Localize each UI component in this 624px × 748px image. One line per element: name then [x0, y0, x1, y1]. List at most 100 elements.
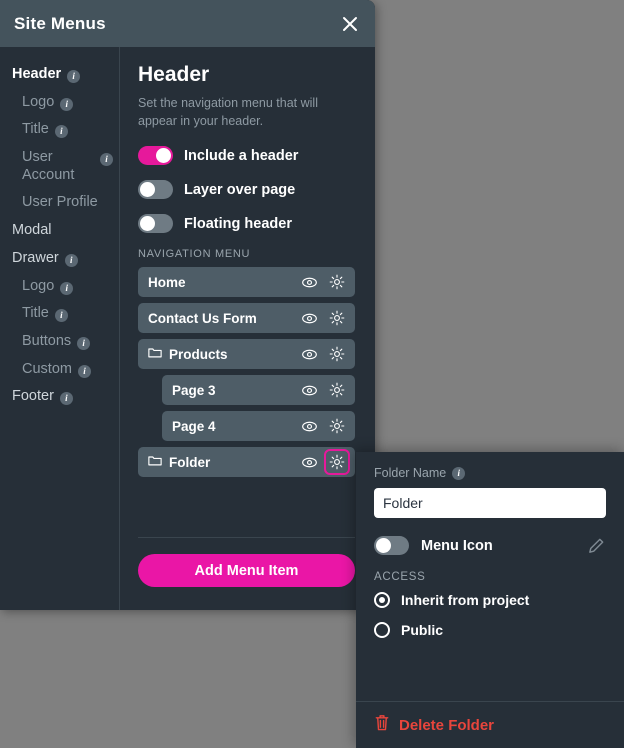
toggle-row-floating-header: Floating header — [138, 214, 355, 234]
radio-public[interactable]: Public — [374, 622, 606, 638]
menu-item-label: Page 3 — [172, 382, 216, 398]
menu-item-label: Page 4 — [172, 418, 216, 434]
sidebar-item-label: Buttons — [22, 332, 72, 349]
add-menu-item-button[interactable]: Add Menu Item — [138, 554, 355, 587]
menu-item-name: Contact Us Form — [148, 311, 299, 326]
sidebar-item-drawer-custom[interactable]: Custom i — [0, 356, 119, 384]
menu-item-actions — [299, 272, 347, 292]
sidebar: Header i Logo i Title i User Account i U… — [0, 47, 120, 610]
radio-inherit-from-project[interactable]: Inherit from project — [374, 592, 606, 608]
radio-label: Inherit from project — [401, 592, 530, 608]
sidebar-item-label: Logo — [22, 277, 55, 294]
folder-name-label: Folder Name — [374, 466, 447, 480]
radio-button[interactable] — [374, 592, 390, 608]
sidebar-item-header-logo[interactable]: Logo i — [0, 89, 119, 117]
sidebar-item-label: Modal — [12, 222, 52, 239]
sidebar-item-modal[interactable]: Modal — [0, 217, 119, 245]
gear-icon[interactable] — [327, 272, 347, 292]
menu-icon-toggle[interactable] — [374, 536, 409, 555]
menu-item-actions — [299, 344, 347, 364]
menu-item-home[interactable]: Home — [138, 267, 355, 298]
menu-item-actions — [299, 416, 347, 436]
eye-icon[interactable] — [299, 344, 319, 364]
gear-icon[interactable] — [327, 308, 347, 328]
sidebar-item-header[interactable]: Header i — [0, 61, 119, 89]
trash-icon — [374, 714, 390, 736]
site-menus-dialog: Site Menus Header i Logo i Title i User … — [0, 0, 375, 610]
navigation-menu-list: Home Contact Us Form Products Page 3 Pag… — [138, 267, 355, 478]
gear-icon[interactable] — [327, 380, 347, 400]
info-icon[interactable]: i — [54, 309, 68, 323]
eye-icon[interactable] — [299, 452, 319, 472]
include-header-label: Include a header — [184, 147, 299, 164]
info-icon[interactable]: i — [54, 125, 68, 139]
main-panel: Header Set the navigation menu that will… — [120, 47, 375, 610]
menu-item-contact-us-form[interactable]: Contact Us Form — [138, 303, 355, 334]
toggle-row-include-header: Include a header — [138, 146, 355, 166]
menu-item-name: Folder — [148, 454, 299, 470]
menu-item-label: Contact Us Form — [148, 310, 257, 326]
sidebar-item-footer[interactable]: Footer i — [0, 383, 119, 411]
eye-icon[interactable] — [299, 308, 319, 328]
layer-over-page-toggle[interactable] — [138, 180, 173, 200]
sidebar-item-drawer[interactable]: Drawer i — [0, 245, 119, 273]
menu-item-label: Products — [169, 346, 228, 362]
navigation-menu-label: NAVIGATION MENU — [138, 248, 251, 261]
menu-icon-label: Menu Icon — [421, 537, 493, 554]
menu-item-page-4[interactable]: Page 4 — [162, 411, 355, 442]
info-icon[interactable]: i — [77, 364, 91, 378]
floating-header-label: Floating header — [184, 215, 292, 232]
dialog-header: Site Menus — [0, 0, 375, 47]
sidebar-item-label: Footer — [12, 388, 54, 405]
layer-over-page-label: Layer over page — [184, 181, 296, 198]
eye-icon[interactable] — [299, 380, 319, 400]
info-icon[interactable]: i — [67, 70, 81, 83]
dialog-body: Header i Logo i Title i User Account i U… — [0, 47, 375, 610]
info-icon[interactable]: i — [59, 392, 73, 406]
floating-header-toggle[interactable] — [138, 214, 173, 234]
section-title: Header — [138, 63, 210, 86]
pencil-icon[interactable] — [587, 536, 606, 555]
sidebar-item-user-account[interactable]: User Account i — [0, 144, 119, 189]
info-icon[interactable]: i — [452, 466, 466, 480]
info-icon[interactable]: i — [77, 336, 91, 350]
sidebar-item-drawer-buttons[interactable]: Buttons i — [0, 328, 119, 356]
access-label: ACCESS — [374, 571, 426, 583]
sidebar-item-label: Title — [22, 121, 49, 138]
menu-item-name: Products — [148, 346, 299, 362]
menu-item-page-3[interactable]: Page 3 — [162, 375, 355, 406]
eye-icon[interactable] — [299, 416, 319, 436]
menu-item-actions — [299, 380, 347, 400]
gear-icon[interactable] — [327, 344, 347, 364]
info-icon[interactable]: i — [100, 153, 113, 167]
sidebar-item-user-profile[interactable]: User Profile — [0, 189, 119, 217]
include-header-toggle[interactable] — [138, 146, 173, 166]
radio-button[interactable] — [374, 622, 390, 638]
folder-name-label-row: Folder Name i — [374, 466, 606, 480]
page-title: Site Menus — [14, 13, 106, 33]
add-menu-item-area: Add Menu Item — [138, 537, 355, 587]
menu-item-actions — [299, 308, 347, 328]
folder-name-input[interactable] — [374, 488, 606, 518]
screen: Site Menus Header i Logo i Title i User … — [0, 0, 624, 748]
folder-icon — [148, 454, 162, 470]
gear-icon[interactable] — [327, 416, 347, 436]
info-icon[interactable]: i — [60, 97, 74, 111]
eye-icon[interactable] — [299, 272, 319, 292]
sidebar-item-drawer-logo[interactable]: Logo i — [0, 273, 119, 301]
gear-icon[interactable] — [324, 449, 350, 476]
sidebar-item-drawer-title[interactable]: Title i — [0, 300, 119, 328]
info-icon[interactable]: i — [60, 281, 74, 295]
menu-item-products[interactable]: Products — [138, 339, 355, 370]
info-icon[interactable]: i — [64, 253, 78, 267]
sidebar-item-label: Logo — [22, 93, 55, 110]
sidebar-item-label: Header — [12, 66, 62, 82]
sidebar-item-header-title[interactable]: Title i — [0, 116, 119, 144]
sidebar-item-label: Drawer — [12, 249, 59, 266]
folder-icon — [148, 346, 162, 362]
close-icon[interactable] — [339, 13, 361, 35]
delete-folder-button[interactable]: Delete Folder — [356, 701, 624, 748]
menu-item-folder[interactable]: Folder — [138, 447, 355, 478]
sidebar-item-label: Title — [22, 305, 49, 322]
toggle-row-layer-over-page: Layer over page — [138, 180, 355, 200]
